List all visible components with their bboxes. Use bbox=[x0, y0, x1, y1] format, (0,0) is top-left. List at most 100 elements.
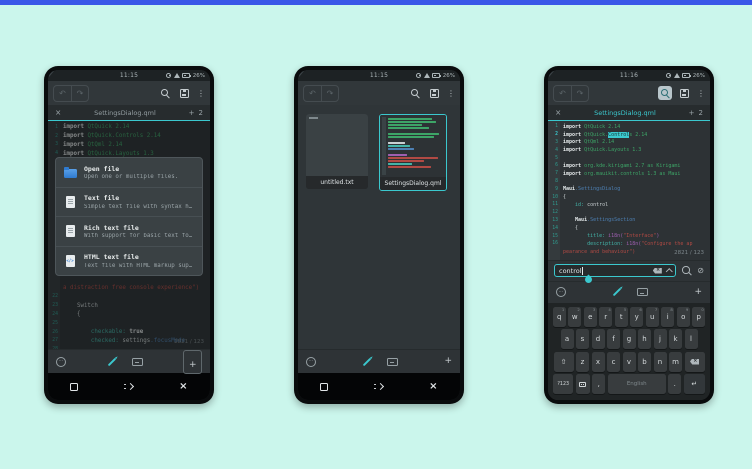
key-m[interactable]: m bbox=[669, 351, 682, 372]
new-document-button[interactable]: + bbox=[694, 287, 702, 297]
new-document-button[interactable]: + bbox=[183, 349, 202, 374]
dialog-item-text-file[interactable]: Text file Simple text file with syntax hi… bbox=[56, 186, 202, 217]
search-options-icon[interactable]: ⊘ bbox=[697, 266, 704, 275]
key-e[interactable]: e3 bbox=[583, 306, 597, 327]
new-document-button[interactable]: + bbox=[444, 357, 452, 366]
line-number: 16 bbox=[552, 241, 558, 247]
key-u[interactable]: u7 bbox=[645, 306, 659, 327]
search-input[interactable]: control bbox=[554, 264, 677, 285]
key-label: y bbox=[634, 312, 639, 321]
save-icon[interactable] bbox=[680, 88, 689, 98]
nav-recents-icon[interactable] bbox=[70, 382, 79, 391]
save-icon[interactable] bbox=[430, 88, 439, 98]
search-button[interactable] bbox=[408, 86, 422, 100]
key-r[interactable]: r4 bbox=[599, 306, 613, 327]
terminal-icon[interactable] bbox=[637, 288, 649, 296]
edit-pencil-icon[interactable] bbox=[107, 357, 116, 366]
redo-button[interactable]: ↷ bbox=[571, 85, 588, 101]
terminal-icon[interactable] bbox=[387, 357, 399, 366]
overflow-menu-icon[interactable]: ⋮ bbox=[447, 89, 455, 98]
search-button-active[interactable] bbox=[658, 86, 672, 100]
file-card[interactable]: untitled.txt bbox=[306, 114, 368, 189]
terminal-icon[interactable] bbox=[131, 357, 143, 366]
space-key[interactable]: English bbox=[607, 374, 666, 394]
key-superscript: 3 bbox=[592, 307, 596, 312]
key-.[interactable]: . bbox=[668, 374, 682, 394]
key-c[interactable]: c bbox=[607, 351, 620, 372]
tab-title[interactable]: SettingsDialog.qml bbox=[561, 109, 688, 117]
key-b[interactable]: b bbox=[638, 351, 651, 372]
code-editor[interactable]: 1import QtQuick 2.142import QtQuick.Cont… bbox=[48, 121, 210, 349]
code-token: Maui bbox=[563, 217, 588, 224]
key-j[interactable]: j bbox=[653, 329, 667, 349]
nav-switch-icon[interactable] bbox=[373, 382, 384, 391]
add-tab-icon[interactable]: + bbox=[689, 109, 695, 117]
nav-close-icon[interactable]: × bbox=[429, 381, 437, 392]
key-a[interactable]: a bbox=[560, 329, 574, 349]
dialog-item-open-file[interactable]: Open file Open one or multiple files. bbox=[56, 158, 202, 187]
redo-button[interactable]: ↷ bbox=[321, 85, 338, 101]
shift-key[interactable]: ⇧ bbox=[553, 351, 574, 372]
keyboard-options-key[interactable] bbox=[575, 374, 590, 394]
line-number: 7 bbox=[555, 171, 558, 177]
enter-key[interactable]: ↵ bbox=[683, 374, 705, 394]
key-label: ?123 bbox=[557, 381, 570, 387]
clear-backspace-icon[interactable] bbox=[652, 267, 662, 274]
search-query: control bbox=[559, 266, 582, 275]
nav-recents-icon[interactable] bbox=[320, 382, 329, 391]
tab-title[interactable]: SettingsDialog.qml bbox=[61, 109, 188, 117]
code-editor[interactable]: 1import QtQuick 2.142import QtQuick.Cont… bbox=[548, 121, 710, 260]
undo-button[interactable]: ↶ bbox=[54, 86, 71, 101]
file-card[interactable]: SettingsDialog.qml bbox=[379, 114, 447, 191]
thumb-code-row bbox=[388, 151, 394, 153]
find-replace-button[interactable] bbox=[682, 266, 691, 275]
undo-button[interactable]: ↶ bbox=[554, 86, 571, 101]
key-k[interactable]: k bbox=[669, 329, 682, 349]
search-button[interactable] bbox=[158, 86, 172, 100]
key-i[interactable]: i8 bbox=[661, 306, 675, 327]
redo-button[interactable]: ↷ bbox=[71, 85, 88, 101]
corner-icon bbox=[549, 71, 554, 77]
key-l[interactable]: l bbox=[684, 329, 698, 349]
key-w[interactable]: w2 bbox=[568, 306, 582, 327]
edit-pencil-icon[interactable] bbox=[362, 357, 372, 366]
key-o[interactable]: o9 bbox=[676, 306, 690, 327]
save-icon[interactable] bbox=[180, 88, 189, 98]
tab-add-group[interactable]: + 2 bbox=[189, 109, 203, 117]
code-token: pearance and behaviour") bbox=[563, 248, 636, 255]
dialog-item-title: Open file bbox=[84, 164, 120, 173]
undo-button[interactable]: ↶ bbox=[304, 86, 321, 101]
key-n[interactable]: n bbox=[653, 351, 667, 372]
key-v[interactable]: v bbox=[622, 351, 636, 372]
collapse-chevron-icon[interactable] bbox=[665, 268, 673, 275]
nav-switch-icon[interactable] bbox=[123, 382, 134, 391]
key-,[interactable]: , bbox=[592, 374, 606, 394]
backspace-key[interactable] bbox=[684, 351, 705, 372]
options-icon[interactable]: ⋯ bbox=[306, 356, 316, 367]
key-q[interactable]: q1 bbox=[552, 306, 566, 327]
options-icon[interactable]: ⋯ bbox=[56, 356, 66, 367]
options-icon[interactable]: ⋯ bbox=[556, 287, 566, 297]
key-y[interactable]: y6 bbox=[630, 306, 644, 327]
edit-pencil-icon[interactable] bbox=[612, 287, 622, 297]
key-x[interactable]: x bbox=[591, 351, 605, 372]
key-label: k bbox=[673, 335, 678, 343]
code-line: 1 import QtQuick 2.14 bbox=[548, 123, 710, 131]
dialog-item-html-text-file[interactable]: </> HTML text file Text file with HTML mar… bbox=[56, 245, 202, 276]
dialog-item-rich-text-file[interactable]: Rich text file With support for basic tex… bbox=[56, 216, 202, 246]
tab-add-group[interactable]: + 2 bbox=[689, 109, 703, 117]
key-z[interactable]: z bbox=[576, 351, 589, 372]
key-h[interactable]: h bbox=[638, 329, 651, 349]
nav-close-icon[interactable]: × bbox=[179, 381, 187, 392]
key-t[interactable]: t5 bbox=[614, 306, 628, 327]
overflow-menu-icon[interactable]: ⋮ bbox=[197, 89, 205, 98]
key-s[interactable]: s bbox=[576, 329, 589, 349]
key-p[interactable]: p0 bbox=[692, 306, 706, 327]
key-f[interactable]: f bbox=[607, 329, 620, 349]
thumb-code-row bbox=[388, 160, 425, 162]
key-d[interactable]: d bbox=[591, 329, 605, 349]
key-g[interactable]: g bbox=[622, 329, 636, 349]
overflow-menu-icon[interactable]: ⋮ bbox=[697, 89, 705, 98]
add-tab-icon[interactable]: + bbox=[189, 109, 195, 117]
symbols-key[interactable]: ?123 bbox=[553, 374, 574, 394]
